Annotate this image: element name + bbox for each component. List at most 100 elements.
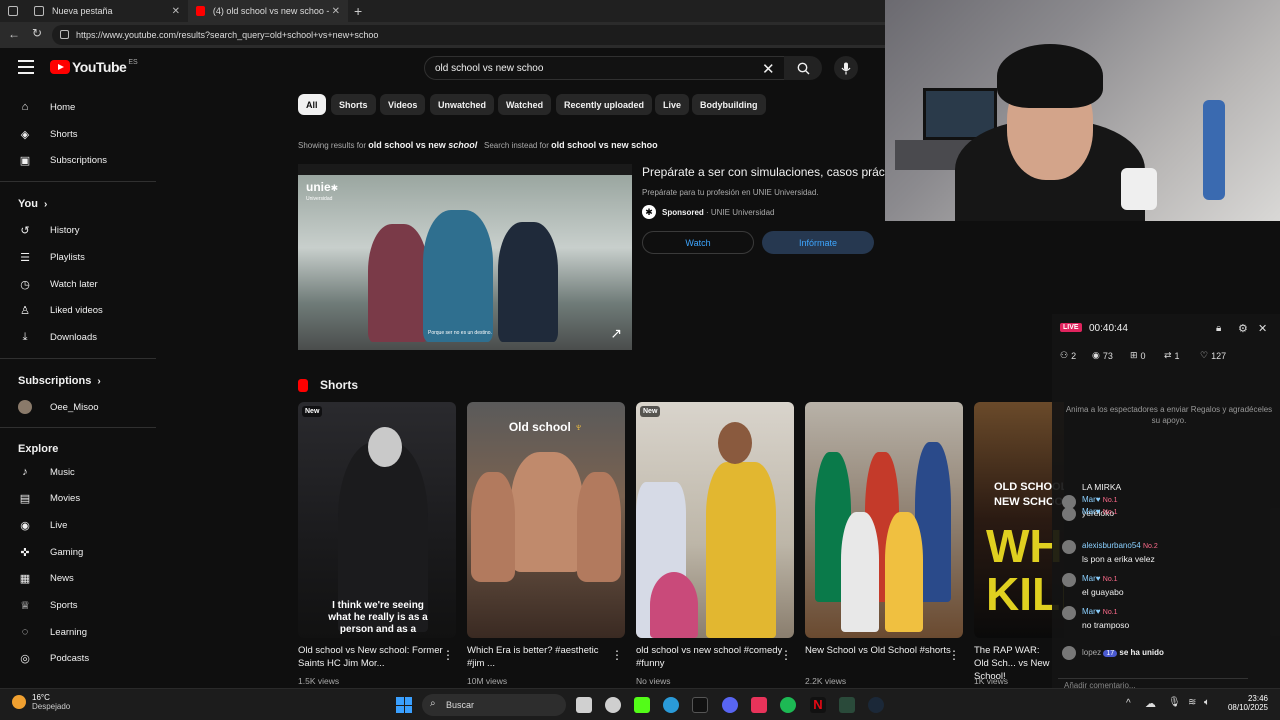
external-link-icon[interactable]: ↗ — [610, 325, 622, 342]
chip-shorts[interactable]: Shorts — [331, 94, 376, 115]
tiktok-live-icon[interactable] — [751, 697, 767, 713]
edge-icon[interactable] — [663, 697, 679, 713]
sidebar-item-downloads[interactable]: ⤓ Downloads — [18, 326, 97, 348]
chip-live[interactable]: Live — [655, 94, 690, 115]
short-title[interactable]: Which Era is better? #aesthetic #jim ... — [467, 644, 617, 670]
sports-icon: ♕ — [20, 599, 30, 612]
sidebar-item-watch-later[interactable]: ◷ Watch later — [18, 273, 98, 295]
sidebar-item-movies[interactable]: ▤ Movies — [18, 487, 80, 509]
start-icon[interactable] — [396, 697, 412, 713]
sidebar-item-history[interactable]: ↺ History — [18, 219, 79, 241]
chip-unwatched[interactable]: Unwatched — [430, 94, 495, 115]
cloud-icon[interactable]: ☁ — [1145, 697, 1156, 710]
chat-username[interactable]: alexisburbano54 — [1082, 541, 1141, 550]
tab-new-tab[interactable]: Nueva pestaña ✕ — [26, 0, 188, 22]
close-icon[interactable]: ✕ — [1258, 322, 1267, 335]
chip-bodybuilding[interactable]: Bodybuilding — [692, 94, 766, 115]
sidebar-item-subscriptions[interactable]: ▣ Subscriptions — [18, 149, 107, 171]
live-icon: ◉ — [20, 519, 30, 532]
sidebar-item-channel[interactable]: Oee_Misoo — [18, 396, 99, 418]
menu-icon[interactable] — [18, 60, 34, 74]
back-icon[interactable]: ← — [8, 27, 20, 41]
short-title[interactable]: Old school vs New school: Former Saints … — [298, 644, 448, 670]
microphone-icon[interactable]: 🎙︎ — [1168, 697, 1181, 708]
url-field[interactable]: https://www.youtube.com/results?search_q… — [52, 25, 902, 45]
sidebar-item-news[interactable]: ▦ News — [18, 567, 74, 589]
chevron-up-icon[interactable]: ^ — [1126, 698, 1131, 709]
short-thumbnail[interactable]: New — [636, 402, 794, 638]
search-value: old school vs new schoo — [435, 62, 544, 74]
short-thumbnail[interactable]: Old school ♆ — [467, 402, 625, 638]
new-tab-icon[interactable]: + — [354, 3, 362, 19]
wifi-icon[interactable]: ≋ — [1188, 697, 1196, 708]
clock[interactable]: 23:46 08/10/2025 — [1222, 694, 1268, 712]
site-info-icon[interactable] — [60, 30, 69, 39]
steam-icon[interactable] — [868, 697, 884, 713]
chip-watched[interactable]: Watched — [498, 94, 552, 115]
tab-actions-icon[interactable] — [8, 6, 18, 16]
chat-username[interactable]: Mar♥ — [1082, 507, 1101, 516]
ad-thumbnail[interactable]: unie✱ Universidad Porque ser no es un de… — [298, 164, 632, 350]
tab-youtube[interactable]: (4) old school vs new schoo - You ✕ — [188, 0, 348, 22]
ad-title[interactable]: Prepárate a ser con simulaciones, casos … — [642, 165, 885, 179]
sidebar-item-live[interactable]: ◉ Live — [18, 514, 67, 536]
avatar — [1062, 507, 1076, 521]
sidebar-divider — [0, 181, 156, 182]
corrected-query[interactable]: old school vs new school — [368, 140, 477, 150]
avatar — [1062, 646, 1076, 660]
more-options-icon[interactable]: ⋮ — [442, 648, 454, 662]
close-tab-icon[interactable]: ✕ — [172, 6, 180, 17]
file-explorer-icon[interactable] — [576, 697, 592, 713]
short-title[interactable]: old school vs new school #comedy #funny — [636, 644, 786, 670]
more-options-icon[interactable]: ⋮ — [948, 648, 960, 662]
sidebar-item-playlists[interactable]: ☰ Playlists — [18, 246, 85, 268]
clear-search-icon[interactable]: ✕ — [762, 60, 775, 78]
lock-icon[interactable]: 🔒︎ — [1216, 323, 1221, 334]
sidebar-item-liked-videos[interactable]: ♙ Liked videos — [18, 299, 103, 321]
taskbar-search[interactable]: ⌕ Buscar — [422, 694, 566, 716]
sidebar-you-heading[interactable]: You › — [18, 198, 47, 210]
chat-username[interactable]: Mar♥ — [1082, 607, 1101, 616]
terminal-icon[interactable] — [839, 697, 855, 713]
short-thumbnail[interactable] — [805, 402, 963, 638]
short-title[interactable]: New School vs Old School #shorts — [805, 644, 955, 657]
ad-caption: Porque ser no es un destino. — [428, 330, 492, 336]
sidebar-item-gaming[interactable]: ✜ Gaming — [18, 541, 83, 563]
short-figure — [511, 452, 583, 572]
search-button[interactable] — [784, 56, 822, 80]
sidebar-subscriptions-heading[interactable]: Subscriptions › — [18, 375, 101, 387]
watch-button[interactable]: Watch — [642, 231, 754, 254]
sidebar-item-home[interactable]: ⌂ Home — [18, 96, 76, 118]
kick-icon[interactable] — [634, 697, 650, 713]
app-icon[interactable] — [605, 697, 621, 713]
close-tab-icon[interactable]: ✕ — [332, 6, 340, 17]
chat-username[interactable]: Mar♥ — [1082, 574, 1101, 583]
chip-all[interactable]: All — [298, 94, 326, 115]
reload-icon[interactable]: ↻ — [32, 26, 42, 40]
sidebar-item-sports[interactable]: ♕ Sports — [18, 594, 77, 616]
more-options-icon[interactable]: ⋮ — [780, 648, 792, 662]
short-thumbnail[interactable]: New I think we're seeing what he really … — [298, 402, 456, 638]
chip-videos[interactable]: Videos — [380, 94, 426, 115]
stat-value: 1 — [1174, 350, 1180, 361]
sidebar-item-learning[interactable]: ◌ Learning — [18, 621, 87, 643]
voice-search-button[interactable] — [834, 56, 858, 80]
netflix-icon[interactable]: N — [810, 697, 826, 713]
weather-widget[interactable]: 16°C Despejado — [12, 693, 70, 711]
volume-icon[interactable]: 🔈︎ — [1204, 697, 1210, 708]
more-options-icon[interactable]: ⋮ — [611, 648, 623, 662]
chip-recently-uploaded[interactable]: Recently uploaded — [556, 94, 653, 115]
short-thumbnail[interactable]: OLD SCHOOL OR NEW SCHOOL? WHOKILL — [974, 402, 1064, 638]
search-input[interactable]: old school vs new schoo — [424, 56, 786, 80]
sidebar-item-shorts[interactable]: ◈ Shorts — [18, 123, 78, 145]
discord-icon[interactable] — [722, 697, 738, 713]
sidebar-item-music[interactable]: ♪ Music — [18, 461, 75, 483]
spotify-icon[interactable] — [780, 697, 796, 713]
tiktok-icon[interactable] — [692, 697, 708, 713]
gear-icon[interactable]: ⚙ — [1238, 322, 1248, 335]
cta-button[interactable]: Infórmate — [762, 231, 874, 254]
chat-username[interactable]: Mar♥ — [1082, 495, 1101, 504]
original-query-link[interactable]: old school vs new schoo — [551, 140, 658, 150]
youtube-logo[interactable]: YouTube ES — [50, 59, 138, 75]
sidebar-item-podcasts[interactable]: ◎ Podcasts — [18, 647, 89, 669]
